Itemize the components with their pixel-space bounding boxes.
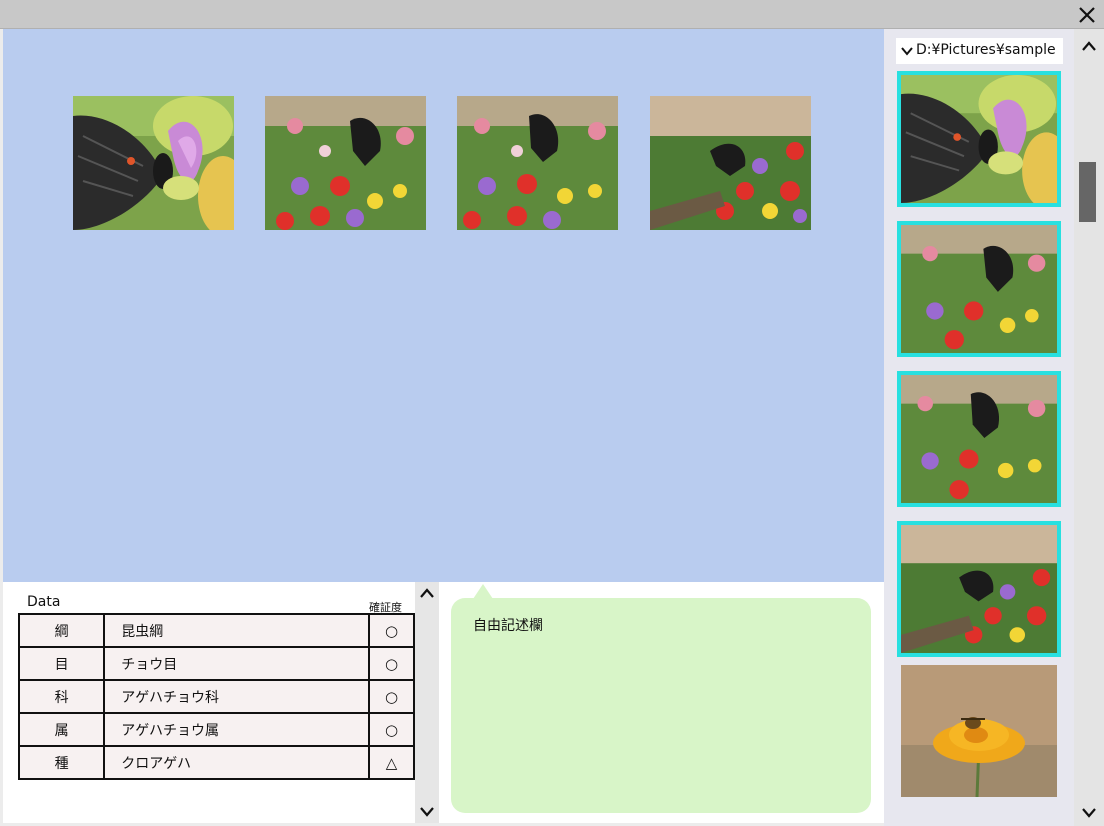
chevron-down-icon [901,47,913,56]
title-bar [0,0,1104,29]
row-key: 目 [17,646,106,681]
row-confidence[interactable]: ○ [368,712,415,747]
row-key: 種 [17,745,106,780]
sidebar-scroll-up[interactable] [1079,38,1099,54]
file-browser-panel: D:¥Pictures¥sample [884,29,1074,826]
folder-select[interactable]: D:¥Pictures¥sample [896,38,1063,64]
canvas-photo-3[interactable] [457,96,618,230]
sidebar-scroll-down[interactable] [1079,805,1099,821]
row-value[interactable]: 昆虫綱 [103,613,371,648]
data-panel: Data 確証度 綱 昆虫綱 ○ 目 チョウ目 ○ 科 アゲハチョウ科 ○ 属 … [3,582,415,823]
row-value[interactable]: アゲハチョウ属 [103,712,371,747]
row-value[interactable]: クロアゲハ [103,745,371,780]
app-window: Data 確証度 綱 昆虫綱 ○ 目 チョウ目 ○ 科 アゲハチョウ科 ○ 属 … [0,0,1104,826]
table-row: 種 クロアゲハ △ [17,745,415,780]
file-thumbnail-1[interactable] [897,71,1061,207]
photo-canvas[interactable] [3,29,884,582]
file-browser-scrollbar[interactable] [1074,29,1104,826]
close-button[interactable] [1076,4,1098,26]
canvas-photo-2[interactable] [265,96,426,230]
row-confidence[interactable]: ○ [368,679,415,714]
chevron-up-icon [420,588,434,598]
table-row: 目 チョウ目 ○ [17,646,415,681]
notes-textarea[interactable]: 自由記述欄 [451,598,871,813]
canvas-photo-4[interactable] [650,96,811,230]
row-confidence[interactable]: ○ [368,613,415,648]
file-thumbnail-3[interactable] [897,371,1061,507]
data-scroll-down[interactable] [417,804,437,820]
row-confidence[interactable]: ○ [368,646,415,681]
scrollbar-thumb[interactable] [1079,162,1096,222]
row-confidence[interactable]: △ [368,745,415,780]
chevron-up-icon [1082,41,1096,51]
data-scrollbar[interactable] [415,582,439,823]
table-row: 科 アゲハチョウ科 ○ [17,679,415,714]
file-thumbnail-5[interactable] [901,665,1057,797]
row-key: 綱 [17,613,106,648]
file-thumbnail-4[interactable] [897,521,1061,657]
table-row: 属 アゲハチョウ属 ○ [17,712,415,747]
data-scroll-up[interactable] [417,585,437,601]
file-thumbnail-2[interactable] [897,221,1061,357]
data-title: Data [27,594,61,610]
row-key: 科 [17,679,106,714]
table-row: 綱 昆虫綱 ○ [17,613,415,648]
row-key: 属 [17,712,106,747]
close-icon [1079,7,1095,23]
canvas-photo-1[interactable] [73,96,234,230]
row-value[interactable]: アゲハチョウ科 [103,679,371,714]
chevron-down-icon [1082,808,1096,818]
taxonomy-table: 綱 昆虫綱 ○ 目 チョウ目 ○ 科 アゲハチョウ科 ○ 属 アゲハチョウ属 ○… [17,613,415,780]
row-value[interactable]: チョウ目 [103,646,371,681]
notes-label: 自由記述欄 [473,618,543,634]
notes-panel: 自由記述欄 [439,582,884,823]
folder-path: D:¥Pictures¥sample [916,42,1056,58]
chevron-down-icon [420,807,434,817]
